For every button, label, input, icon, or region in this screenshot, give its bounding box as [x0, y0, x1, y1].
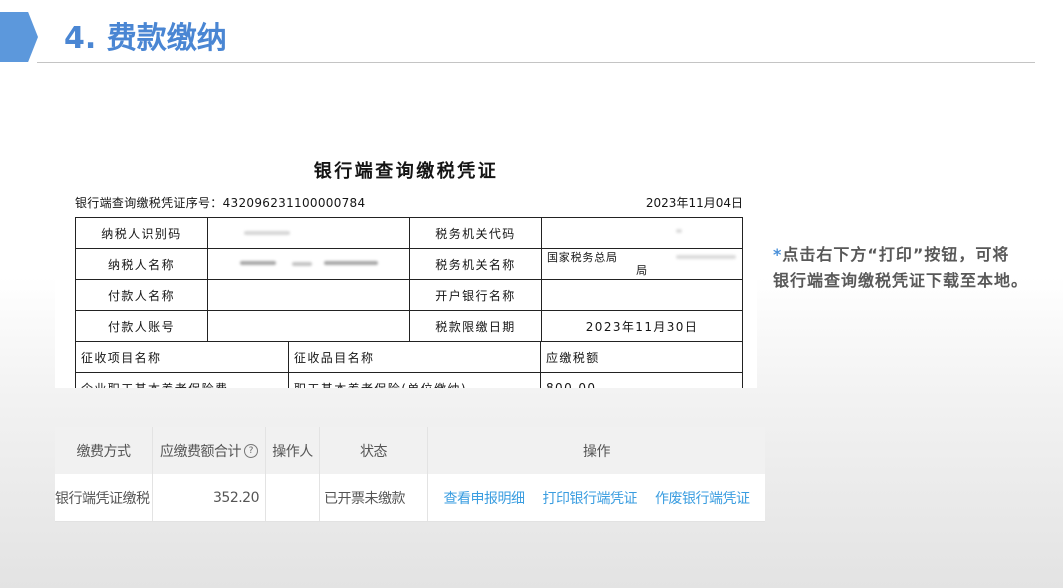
- voucher-label: 税务机关代码: [410, 218, 542, 249]
- payment-method: 银行端凭证缴税: [55, 474, 153, 521]
- payment-table: 缴费方式 应缴费额合计 ? 操作人 状态 操作 银行端凭证缴税 352.20 已…: [55, 427, 765, 522]
- table-row: 银行端凭证缴税 352.20 已开票未缴款 查看申报明细 打印银行端凭证 作废银…: [55, 474, 765, 522]
- voucher-value: [542, 280, 743, 311]
- note-text: 点击右下方“打印”按钮，可将: [782, 245, 1010, 264]
- item-cell: 800.00: [541, 373, 743, 388]
- tax-authority-name: 国家税务总局 局: [542, 249, 743, 280]
- voucher-item-row: 企业职工基本养老保险费 职工基本养老保险(单位缴纳) 800.00: [76, 373, 743, 388]
- column-header-method: 缴费方式: [55, 427, 153, 474]
- voucher-items-header: 征收项目名称 征收品目名称 应缴税额: [76, 342, 743, 373]
- voucher-label: 税款限缴日期: [410, 311, 542, 342]
- page-title: 4. 费款缴纳: [64, 21, 227, 56]
- payment-status: 已开票未缴款: [320, 474, 428, 521]
- voucher-value-redacted: [208, 218, 410, 249]
- items-header-cell: 应缴税额: [541, 342, 743, 373]
- voucher-label: 税务机关名称: [410, 249, 542, 280]
- column-header-amount: 应缴费额合计 ?: [153, 427, 266, 474]
- view-declaration-details-link[interactable]: 查看申报明细: [444, 488, 526, 508]
- voucher-label: 付款人名称: [76, 280, 208, 311]
- voucher-date: 2023年11月04日: [645, 196, 743, 210]
- question-circle-icon[interactable]: ?: [244, 443, 258, 458]
- payment-actions: 查看申报明细 打印银行端凭证 作废银行端凭证: [428, 474, 765, 521]
- items-header-cell: 征收品目名称: [289, 342, 541, 373]
- payment-amount: 352.20: [153, 474, 266, 521]
- voucher-label: 纳税人识别码: [76, 218, 208, 249]
- redacted-mark: [676, 229, 682, 233]
- instruction-note-line1: *点击右下方“打印”按钮，可将: [773, 242, 1009, 268]
- instruction-note-line2: 银行端查询缴税凭证下载至本地。: [773, 271, 1029, 290]
- print-bank-voucher-link[interactable]: 打印银行端凭证: [543, 488, 638, 508]
- payment-deadline: 2023年11月30日: [542, 311, 743, 342]
- voucher-table: 纳税人识别码 税务机关代码 纳税人名称 税务机关名称 国家税务总局 局 付款人名…: [75, 217, 743, 388]
- voucher-document: 银行端查询缴税凭证 银行端查询缴税凭证序号：432096231100000784…: [55, 138, 757, 388]
- voucher-value-redacted: [542, 218, 743, 249]
- voucher-value: [208, 311, 410, 342]
- voucher-label: 开户银行名称: [410, 280, 542, 311]
- item-cell: 职工基本养老保险(单位缴纳): [289, 373, 541, 388]
- column-header-amount-label: 应缴费额合计: [160, 443, 242, 460]
- note-asterisk: *: [773, 245, 783, 264]
- voucher-row: 付款人账号 税款限缴日期 2023年11月30日: [76, 311, 743, 342]
- tax-authority-line2: 局: [636, 264, 648, 277]
- header-divider: [37, 62, 1035, 63]
- redacted-mark: [292, 262, 312, 266]
- voucher-value-redacted: [208, 249, 410, 280]
- redacted-mark: [676, 255, 736, 259]
- voucher-row: 纳税人名称 税务机关名称 国家税务总局 局: [76, 249, 743, 280]
- void-bank-voucher-link[interactable]: 作废银行端凭证: [655, 488, 750, 508]
- redacted-mark: [324, 261, 378, 265]
- voucher-label: 纳税人名称: [76, 249, 208, 280]
- voucher-serial: 银行端查询缴税凭证序号：432096231100000784: [75, 196, 366, 210]
- item-cell: 企业职工基本养老保险费: [76, 373, 289, 388]
- column-header-operator: 操作人: [266, 427, 320, 474]
- voucher-row: 纳税人识别码 税务机关代码: [76, 218, 743, 249]
- voucher-value: [208, 280, 410, 311]
- voucher-row: 付款人名称 开户银行名称: [76, 280, 743, 311]
- voucher-title: 银行端查询缴税凭证: [313, 161, 499, 182]
- items-header-cell: 征收项目名称: [76, 342, 289, 373]
- column-header-actions: 操作: [583, 443, 611, 460]
- chevron-marker-icon: [0, 12, 38, 62]
- payment-table-header: 缴费方式 应缴费额合计 ? 操作人 状态 操作: [55, 427, 765, 474]
- payment-operator: [266, 474, 320, 521]
- redacted-mark: [244, 231, 290, 235]
- column-header-status: 状态: [320, 427, 428, 474]
- voucher-label: 付款人账号: [76, 311, 208, 342]
- redacted-mark: [240, 261, 276, 265]
